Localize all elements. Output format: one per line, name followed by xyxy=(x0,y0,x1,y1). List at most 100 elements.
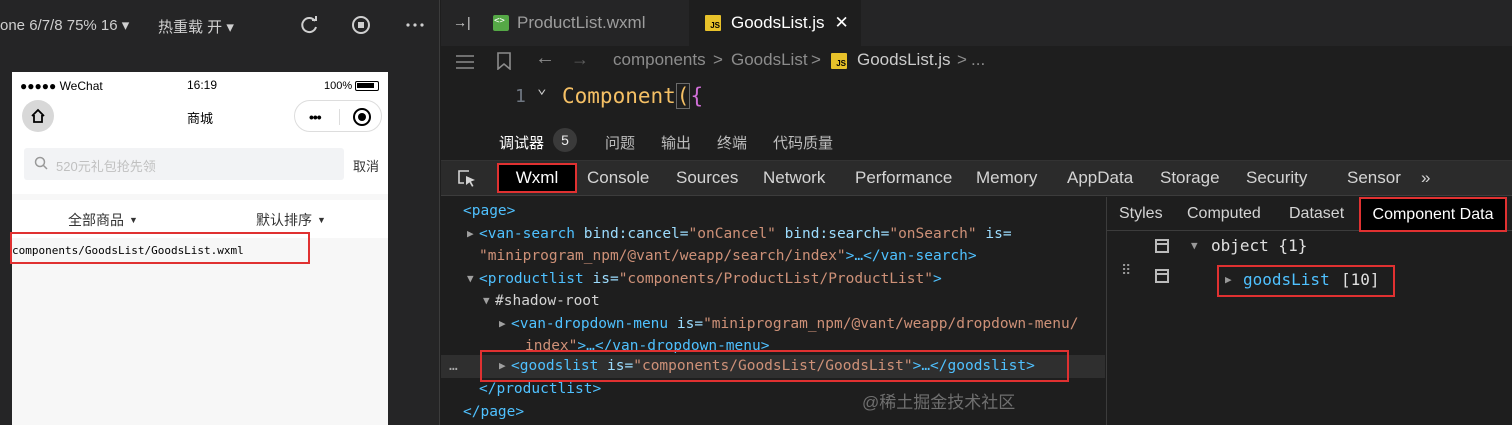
caret-down-icon: ▼ xyxy=(317,215,326,225)
tree-node-van-dropdown-menu[interactable]: ▶ <van-dropdown-menu is="miniprogram_npm… xyxy=(441,313,1105,336)
breadcrumb-item[interactable]: GoodsList.js xyxy=(857,50,951,70)
tab-dataset[interactable]: Dataset xyxy=(1289,205,1344,223)
stop-record-icon[interactable] xyxy=(350,14,372,36)
tab-sources[interactable]: Sources xyxy=(676,168,738,188)
back-arrow-icon[interactable]: ← xyxy=(535,47,555,70)
tree-line-text: <productlist is="components/ProductList/… xyxy=(479,268,942,291)
tab-performance[interactable]: Performance xyxy=(855,168,952,188)
tab-terminal[interactable]: 终端 xyxy=(717,132,747,153)
search-icon xyxy=(34,156,48,170)
search-input[interactable]: 520元礼包抢先领 xyxy=(24,148,344,180)
tab-console[interactable]: Console xyxy=(587,168,649,188)
devtools-tabs: Wxml Console Sources Network Performance… xyxy=(441,160,1512,196)
tab-component-data[interactable]: Component Data xyxy=(1359,197,1507,232)
tree-node-page[interactable]: <page> xyxy=(441,200,1105,223)
goodslist-highlight-box: ▶ goodsList [10] xyxy=(1217,265,1395,297)
more-icon[interactable] xyxy=(404,14,426,36)
bookmark-icon[interactable] xyxy=(497,52,511,70)
line-number: 1 xyxy=(515,86,526,107)
capsule-close-icon[interactable] xyxy=(353,108,371,126)
wxml-file-icon xyxy=(493,15,509,31)
wxml-side-panel: Styles Computed Dataset Component Data ▼… xyxy=(1106,197,1512,425)
breadcrumb-more[interactable]: ... xyxy=(971,50,985,70)
device-selector[interactable]: one 6/7/8 75% 16 ▾ xyxy=(0,16,129,34)
editor-area: →| ProductList.wxml JS GoodsList.js ✕ ← … xyxy=(441,0,1512,425)
debugger-count-badge: 5 xyxy=(553,128,577,152)
capsule-more-icon[interactable]: ••• xyxy=(309,109,322,125)
tab-wxml[interactable]: Wxml xyxy=(497,163,577,193)
inspect-element-icon[interactable] xyxy=(457,169,477,189)
shadow-root-label: #shadow-root xyxy=(495,293,600,309)
editor-tab-bar: →| ProductList.wxml JS GoodsList.js ✕ xyxy=(441,0,1512,46)
tab-output[interactable]: 输出 xyxy=(661,132,691,153)
breadcrumb-sep: > xyxy=(713,50,723,69)
goodslist-key: goodsList xyxy=(1243,270,1330,289)
filter-all-label: 全部商品 xyxy=(68,212,124,228)
tab-sensor[interactable]: Sensor xyxy=(1347,168,1401,188)
tab-appdata[interactable]: AppData xyxy=(1067,168,1133,188)
filter-all-products[interactable]: 全部商品 ▼ xyxy=(68,210,138,230)
drag-handle-icon[interactable]: ⠿ xyxy=(1121,264,1135,278)
expand-arrow-icon[interactable]: ▶ xyxy=(1225,273,1232,286)
collapse-arrow-icon[interactable]: ▼ xyxy=(467,268,474,291)
refresh-icon[interactable] xyxy=(298,14,320,36)
tree-node-shadow-root[interactable]: ▼ #shadow-root xyxy=(441,290,1105,313)
tab-code-quality[interactable]: 代码质量 xyxy=(773,132,833,153)
close-icon[interactable]: ✕ xyxy=(835,13,849,33)
attr-value: "onCancel" xyxy=(688,225,776,242)
code-brace: { xyxy=(690,84,704,108)
expand-arrow-icon[interactable]: ▶ xyxy=(499,313,506,336)
collapse-arrow-icon[interactable]: ▼ xyxy=(483,290,490,313)
forward-arrow-icon[interactable]: → xyxy=(571,49,589,70)
goodslist-count: [10] xyxy=(1341,270,1380,289)
tab-network[interactable]: Network xyxy=(763,168,825,188)
side-tabs: Styles Computed Dataset Component Data xyxy=(1107,197,1512,232)
row-more-icon[interactable]: … xyxy=(449,355,458,378)
goodslist-highlight-box xyxy=(480,350,1069,382)
code-line: 1 ⌄ Component({ xyxy=(441,78,1512,116)
search-bar: 520元礼包抢先领 取消 xyxy=(12,138,388,194)
tab-label: ProductList.wxml xyxy=(517,13,646,32)
tag-name: <van-dropdown-menu xyxy=(511,315,669,332)
tab-memory[interactable]: Memory xyxy=(976,168,1037,188)
simulator-toolbar: one 6/7/8 75% 16 ▾ 热重载 开 ▾ xyxy=(0,0,440,52)
tab-issues[interactable]: 问题 xyxy=(605,132,635,153)
tab-debugger[interactable]: 调试器 xyxy=(499,132,544,153)
tab-productlist-wxml[interactable]: ProductList.wxml xyxy=(489,0,689,46)
tree-line-text: <van-dropdown-menu is="miniprogram_npm/@… xyxy=(511,313,1078,336)
collapse-sidebar-icon[interactable]: →| xyxy=(453,14,471,30)
tree-node-productlist[interactable]: ▼ <productlist is="components/ProductLis… xyxy=(441,268,1105,291)
list-icon[interactable] xyxy=(455,54,475,70)
tab-goodslist-js[interactable]: JS GoodsList.js ✕ xyxy=(689,0,861,46)
wechat-navbar: 商城 ••• xyxy=(12,98,388,138)
tab-security[interactable]: Security xyxy=(1246,168,1307,188)
watermark: @稀土掘金技术社区 xyxy=(862,393,1016,412)
copy-icon[interactable] xyxy=(1155,239,1169,253)
search-placeholder: 520元礼包抢先领 xyxy=(56,159,156,174)
tree-node-van-search[interactable]: ▶ <van-search bind:cancel="onCancel" bin… xyxy=(441,223,1105,246)
hot-reload-toggle[interactable]: 热重载 开 ▾ xyxy=(158,16,234,37)
collapse-arrow-icon[interactable]: ▼ xyxy=(1191,239,1198,252)
copy-icon[interactable] xyxy=(1155,269,1169,283)
more-tabs-chevron[interactable]: » xyxy=(1421,168,1430,188)
code-text[interactable]: Component({ xyxy=(562,83,704,109)
tab-computed[interactable]: Computed xyxy=(1187,205,1261,223)
signal-carrier: ●●●●● WeChat xyxy=(20,79,103,93)
tab-label: GoodsList.js xyxy=(731,13,825,32)
data-row-goodslist[interactable]: ⠿ ▶ goodsList [10] xyxy=(1107,264,1512,297)
breadcrumb-item[interactable]: components xyxy=(613,50,706,70)
tab-styles[interactable]: Styles xyxy=(1119,205,1163,223)
code-paren: ( xyxy=(675,83,691,109)
filter-sort[interactable]: 默认排序 ▼ xyxy=(256,210,326,230)
attr-name: is= xyxy=(668,315,704,332)
expand-arrow-icon[interactable]: ▶ xyxy=(467,223,474,246)
tab-storage[interactable]: Storage xyxy=(1160,168,1220,188)
fold-chevron-icon[interactable]: ⌄ xyxy=(537,78,547,97)
caret-down-icon: ▼ xyxy=(129,215,138,225)
search-cancel-button[interactable]: 取消 xyxy=(353,156,379,175)
object-label: object {1} xyxy=(1211,236,1308,255)
breadcrumb-sep: > xyxy=(957,50,967,69)
tag-end: > xyxy=(932,270,942,287)
breadcrumb-item[interactable]: GoodsList xyxy=(731,50,808,70)
debug-panel-tabs: 调试器 5 问题 输出 终端 代码质量 xyxy=(441,122,1512,160)
